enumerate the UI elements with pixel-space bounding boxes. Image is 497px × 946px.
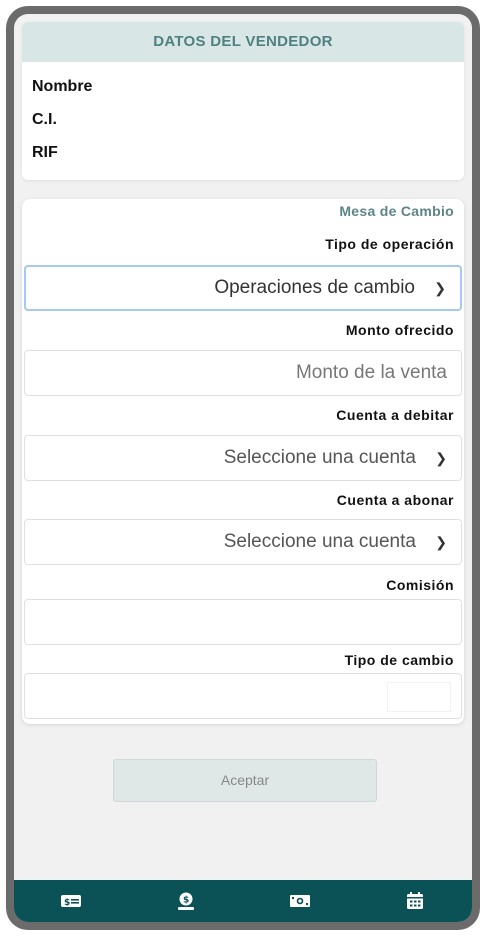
app-screen: DATOS DEL VENDEDOR Nombre C.I. RIF Mesa … xyxy=(14,14,472,922)
operation-type-select[interactable]: Operaciones de cambio ❯ xyxy=(24,265,462,311)
operation-type-label: Tipo de operación xyxy=(325,236,454,252)
debit-account-value: Seleccione una cuenta xyxy=(223,447,416,469)
credit-account-label: Cuenta a abonar xyxy=(336,492,454,508)
bill-icon: $ xyxy=(61,895,82,908)
amount-label: Monto ofrecido xyxy=(345,322,454,338)
amount-input[interactable]: Monto de la venta xyxy=(24,350,462,396)
svg-text:$: $ xyxy=(183,896,189,906)
exchange-form-card: Mesa de Cambio Tipo de operación Operaci… xyxy=(22,199,464,724)
debit-account-label: Cuenta a debitar xyxy=(336,407,454,423)
credit-account-select[interactable]: Seleccione una cuenta ❯ xyxy=(24,519,462,565)
cash-icon xyxy=(290,895,311,907)
device-frame: DATOS DEL VENDEDOR Nombre C.I. RIF Mesa … xyxy=(6,6,480,930)
chevron-down-icon: ❯ xyxy=(434,280,446,296)
seller-ci-label: C.I. xyxy=(32,111,57,128)
exchange-rate-field[interactable] xyxy=(24,673,462,719)
debit-account-select[interactable]: Seleccione una cuenta ❯ xyxy=(24,435,462,481)
seller-info-card: DATOS DEL VENDEDOR Nombre C.I. RIF xyxy=(22,22,464,180)
exchange-rate-inner-box xyxy=(387,682,451,712)
seller-card-header: DATOS DEL VENDEDOR xyxy=(22,22,464,62)
seller-rif-label: RIF xyxy=(32,144,58,161)
seller-name-label: Nombre xyxy=(32,78,93,95)
commission-field[interactable] xyxy=(24,599,462,645)
bottom-navigation: $ $ xyxy=(14,880,472,922)
commission-label: Comisión xyxy=(386,577,454,593)
chevron-down-icon: ❯ xyxy=(435,534,447,550)
credit-account-value: Seleccione una cuenta xyxy=(223,531,416,553)
chevron-down-icon: ❯ xyxy=(435,450,447,466)
coin-hand-icon: $ xyxy=(177,892,194,910)
amount-placeholder: Monto de la venta xyxy=(295,362,447,383)
nav-coin-hand-item[interactable]: $ xyxy=(166,886,206,916)
svg-text:$: $ xyxy=(64,898,70,908)
nav-bill-item[interactable]: $ xyxy=(51,886,91,916)
nav-calendar-item[interactable] xyxy=(395,886,435,916)
operation-type-value: Operaciones de cambio xyxy=(214,277,415,299)
nav-cash-item[interactable] xyxy=(280,886,320,916)
calendar-icon xyxy=(406,892,423,909)
form-title: Mesa de Cambio xyxy=(339,203,454,219)
accept-button[interactable]: Aceptar xyxy=(113,759,377,802)
exchange-rate-label: Tipo de cambio xyxy=(344,652,454,668)
